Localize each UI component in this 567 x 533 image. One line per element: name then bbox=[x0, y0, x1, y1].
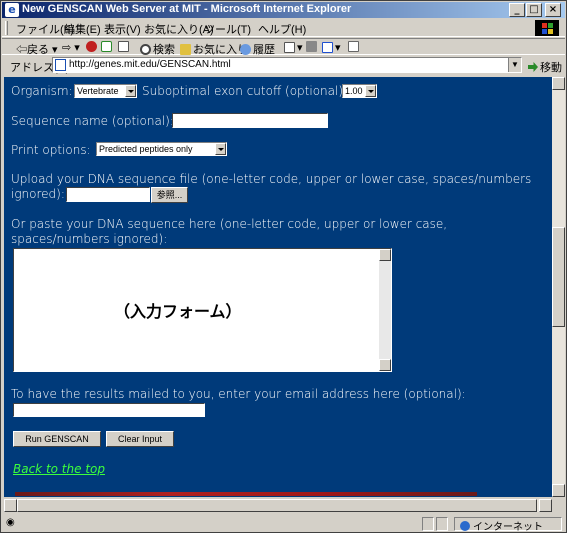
seqname-label: Sequence name (optional): bbox=[11, 114, 174, 128]
address-bar: アドレス(D) http://genes.mit.edu/GENSCAN.htm… bbox=[2, 56, 565, 75]
print-button[interactable] bbox=[306, 41, 319, 53]
toolbar: ⇦戻る ▾ ⇨ ▾ 検索 お気に入り 履歴 ▾ ▾ bbox=[2, 38, 565, 57]
history-button[interactable]: 履歴 bbox=[240, 41, 275, 57]
scroll-left-button[interactable] bbox=[4, 499, 17, 512]
seqname-input[interactable] bbox=[172, 113, 328, 128]
decorative-divider bbox=[15, 492, 477, 496]
scroll-right-button[interactable] bbox=[539, 499, 552, 512]
scroll-up-button[interactable] bbox=[379, 249, 391, 261]
paste-label-line2: spaces/numbers ignored): bbox=[11, 232, 168, 246]
maximize-button[interactable]: □ bbox=[526, 3, 542, 17]
status-pane bbox=[436, 517, 448, 531]
refresh-icon bbox=[101, 41, 112, 52]
minimize-button[interactable]: _ bbox=[509, 3, 525, 17]
scroll-down-button[interactable] bbox=[552, 484, 565, 497]
cutoff-value: 1.00 bbox=[345, 86, 363, 96]
favorites-button[interactable]: お気に入り bbox=[180, 41, 248, 57]
paste-label-line1: Or paste your DNA sequence here (one-let… bbox=[11, 217, 448, 231]
forward-button[interactable]: ⇨ ▾ bbox=[62, 41, 80, 54]
organism-label: Organism: bbox=[11, 84, 73, 98]
status-pane bbox=[422, 517, 434, 531]
menu-bar: ファイル(F) 編集(E) 表示(V) お気に入り(A) ツール(T) ヘルプ(… bbox=[2, 19, 565, 37]
upload-label-line2: ignored): bbox=[11, 187, 65, 201]
stop-button[interactable] bbox=[86, 41, 99, 53]
status-bar: ◉ インターネット bbox=[2, 515, 565, 533]
back-button[interactable]: ⇦戻る ▾ bbox=[16, 41, 58, 57]
scroll-up-button[interactable] bbox=[552, 77, 565, 90]
address-dropdown-button[interactable]: ▼ bbox=[508, 58, 521, 72]
run-genscan-button[interactable]: Run GENSCAN bbox=[13, 431, 101, 447]
clear-input-button[interactable]: Clear Input bbox=[106, 431, 174, 447]
scroll-down-button[interactable] bbox=[379, 359, 391, 371]
print-options-value: Predicted peptides only bbox=[99, 144, 193, 154]
word-icon bbox=[322, 42, 333, 53]
horizontal-scroll-thumb[interactable] bbox=[17, 499, 537, 512]
discuss-button[interactable] bbox=[348, 41, 361, 53]
history-icon bbox=[240, 44, 251, 55]
discuss-icon bbox=[348, 41, 359, 52]
back-arrow-icon: ⇦ bbox=[16, 44, 27, 56]
home-button[interactable] bbox=[118, 41, 131, 53]
home-icon bbox=[118, 41, 129, 52]
browse-button[interactable]: 参照... bbox=[151, 187, 188, 203]
sequence-textarea[interactable]: （入力フォーム） bbox=[13, 248, 392, 372]
go-arrow-icon bbox=[528, 62, 538, 72]
mail-icon bbox=[284, 42, 295, 53]
search-icon bbox=[140, 44, 151, 55]
address-url: http://genes.mit.edu/GENSCAN.html bbox=[69, 59, 231, 70]
vertical-scroll-thumb[interactable] bbox=[552, 227, 565, 327]
windows-logo-icon bbox=[535, 20, 559, 36]
menu-edit[interactable]: 編集(E) bbox=[64, 21, 101, 37]
upload-file-input[interactable] bbox=[66, 187, 150, 202]
organism-select[interactable]: Vertebrate bbox=[74, 84, 137, 98]
browser-window: e New GENSCAN Web Server at MIT - Micros… bbox=[0, 0, 567, 533]
stop-icon bbox=[86, 41, 97, 52]
upload-label-line1: Upload your DNA sequence file (one-lette… bbox=[11, 172, 532, 186]
textarea-scrollbar[interactable] bbox=[379, 249, 391, 371]
cutoff-select[interactable]: 1.00 bbox=[342, 84, 377, 98]
address-input[interactable]: http://genes.mit.edu/GENSCAN.html ▼ bbox=[52, 57, 522, 73]
favorites-icon bbox=[180, 44, 191, 55]
globe-icon bbox=[460, 521, 470, 531]
organism-value: Vertebrate bbox=[77, 86, 119, 96]
chevron-down-icon bbox=[365, 85, 376, 97]
close-button[interactable]: × bbox=[545, 3, 561, 17]
print-options-select[interactable]: Predicted peptides only bbox=[96, 142, 227, 156]
cutoff-label: Suboptimal exon cutoff (optional): bbox=[142, 84, 348, 98]
page-content: Organism: Vertebrate Suboptimal exon cut… bbox=[4, 77, 552, 497]
textarea-placeholder-text: （入力フォーム） bbox=[114, 302, 242, 321]
mail-button[interactable]: ▾ bbox=[284, 41, 303, 54]
print-icon bbox=[306, 41, 317, 52]
vertical-scrollbar[interactable] bbox=[552, 77, 565, 497]
horizontal-scrollbar[interactable] bbox=[4, 499, 552, 512]
ie-icon: e bbox=[5, 3, 19, 17]
status-page-icon: ◉ bbox=[6, 517, 15, 528]
forward-arrow-icon: ⇨ bbox=[62, 42, 72, 54]
chevron-down-icon bbox=[125, 85, 136, 97]
page-icon bbox=[55, 59, 66, 71]
email-input[interactable] bbox=[13, 403, 205, 417]
edit-button[interactable]: ▾ bbox=[322, 41, 341, 54]
menu-help[interactable]: ヘルプ(H) bbox=[258, 21, 306, 37]
menu-tools[interactable]: ツール(T) bbox=[204, 21, 251, 37]
go-button[interactable]: 移動 bbox=[528, 59, 562, 75]
menu-grip bbox=[5, 21, 8, 35]
refresh-button[interactable] bbox=[101, 41, 114, 53]
menu-view[interactable]: 表示(V) bbox=[104, 21, 141, 37]
print-options-label: Print options: bbox=[11, 143, 91, 157]
chevron-down-icon bbox=[215, 143, 226, 155]
search-button[interactable]: 検索 bbox=[140, 41, 175, 57]
title-bar: e New GENSCAN Web Server at MIT - Micros… bbox=[2, 2, 565, 18]
window-title: New GENSCAN Web Server at MIT - Microsof… bbox=[22, 3, 352, 15]
security-zone: インターネット bbox=[460, 518, 543, 533]
back-to-top-link[interactable]: Back to the top bbox=[13, 462, 105, 476]
email-label: To have the results mailed to you, enter… bbox=[11, 387, 466, 401]
